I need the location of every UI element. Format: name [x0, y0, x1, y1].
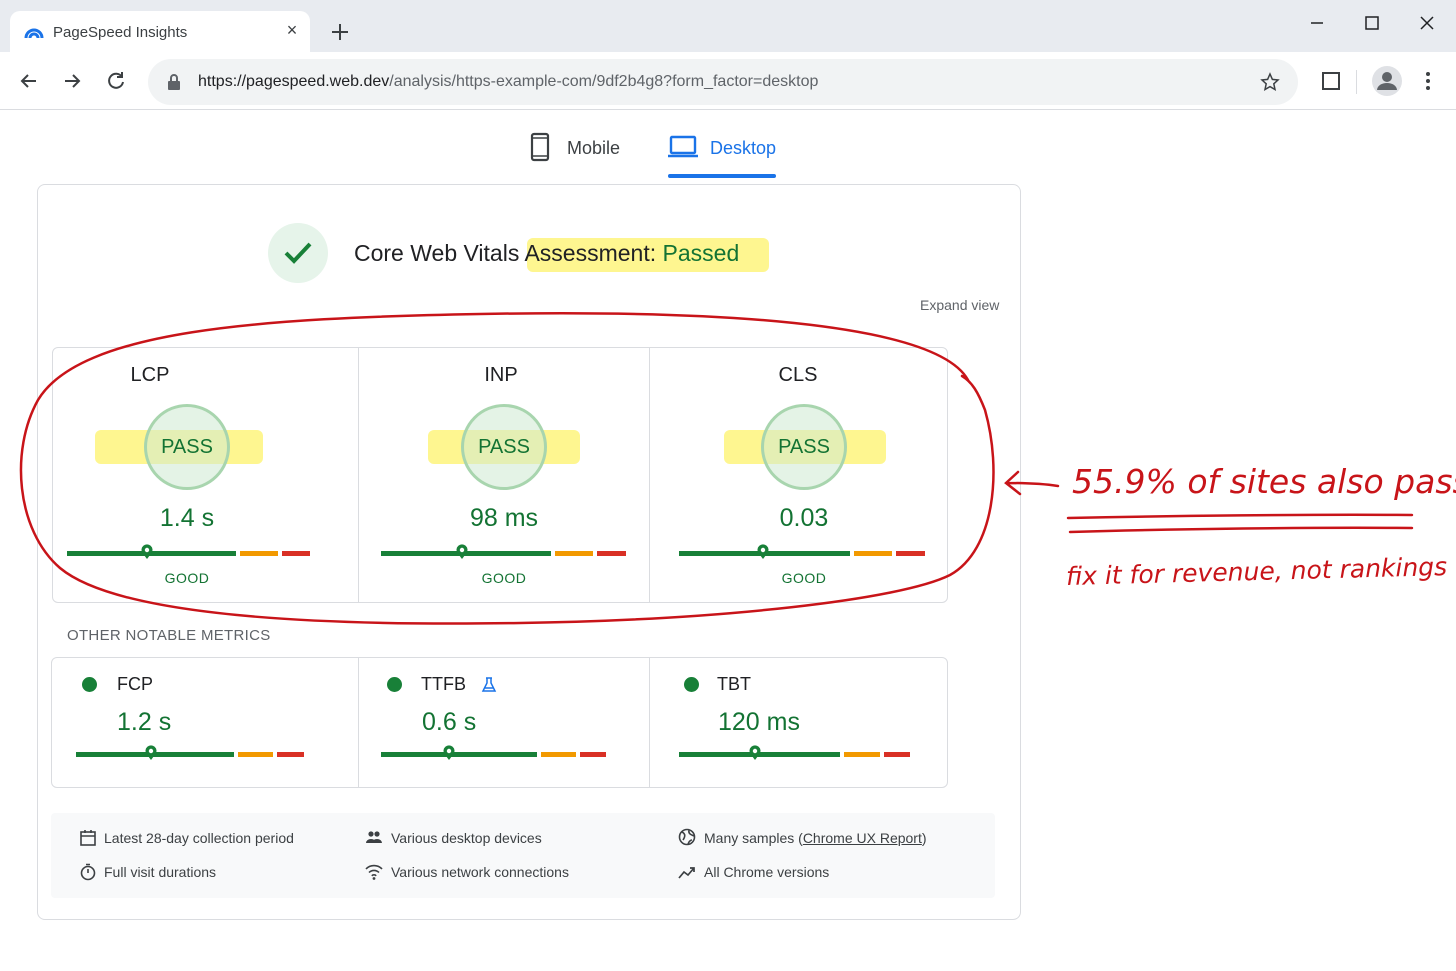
browser-tab-strip: PageSpeed Insights ×	[0, 0, 1456, 52]
menu-kebab-icon[interactable]	[1413, 66, 1443, 96]
other-metrics-panel	[51, 657, 948, 788]
browser-tab[interactable]: PageSpeed Insights ×	[10, 11, 310, 52]
toolbar-divider	[1356, 70, 1357, 94]
profile-avatar-icon[interactable]	[1371, 65, 1403, 97]
url-path: /analysis/https-example-com/9df2b4g8?for…	[389, 73, 819, 90]
wifi-icon	[365, 864, 383, 880]
metric-value: 1.2 s	[117, 708, 172, 736]
column-divider	[358, 657, 359, 788]
status-dot	[387, 677, 402, 692]
hand-drawn-oval-annotation	[19, 311, 995, 625]
new-tab-icon[interactable]	[328, 20, 352, 44]
collection-period-text: Latest 28-day collection period	[104, 830, 294, 846]
phone-icon	[530, 132, 550, 162]
assessment-label: Assessment:	[524, 240, 657, 266]
data-info-panel	[51, 813, 995, 898]
users-icon	[366, 831, 382, 843]
needs-improvement-segment	[238, 752, 273, 757]
globe-icon	[678, 828, 696, 846]
url-text[interactable]: https://pagespeed.web.dev/analysis/https…	[198, 73, 818, 91]
chrome-ux-report-link[interactable]: Chrome UX Report	[803, 830, 922, 846]
tab-desktop-indicator	[668, 174, 776, 178]
pagespeed-favicon-icon	[24, 28, 44, 39]
samples-suffix: )	[921, 830, 927, 846]
other-metrics-heading: OTHER NOTABLE METRICS	[67, 627, 271, 644]
good-segment	[381, 752, 537, 757]
assessment-title: Core Web Vitals Assessment: Passed	[354, 240, 739, 267]
tab-mobile-label: Mobile	[567, 138, 621, 158]
trend-icon	[678, 867, 695, 879]
hand-drawn-arrow-icon	[1004, 470, 1060, 496]
poor-segment	[277, 752, 304, 757]
bookmark-star-icon[interactable]	[1260, 72, 1280, 92]
laptop-icon	[668, 135, 698, 158]
poor-segment	[580, 752, 606, 757]
devices-text: Various desktop devices	[391, 830, 542, 846]
timer-icon	[80, 863, 96, 881]
reload-icon[interactable]	[101, 66, 131, 96]
calendar-icon	[80, 830, 96, 846]
minimize-icon[interactable]	[1304, 10, 1330, 36]
assessment-status-badge	[268, 223, 328, 283]
flask-icon[interactable]	[481, 677, 497, 693]
tab-desktop-label: Desktop	[710, 138, 777, 158]
maximize-icon[interactable]	[1359, 10, 1385, 36]
samples-prefix: Many samples (	[704, 830, 803, 846]
assessment-prefix: Core Web Vitals	[354, 240, 520, 266]
status-dot	[82, 677, 97, 692]
samples-text: Many samples (Chrome UX Report)	[704, 830, 927, 846]
distribution-marker-icon	[749, 745, 761, 760]
annotation-line-1: 55.9% of sites also pass	[1072, 462, 1456, 501]
network-text: Various network connections	[391, 864, 569, 880]
metric-value: 0.6 s	[422, 708, 477, 736]
assessment-status: Passed	[662, 240, 740, 266]
annotation-underline	[1066, 513, 1414, 534]
tab-mobile[interactable]: Mobile	[525, 132, 635, 178]
lock-icon[interactable]	[166, 73, 182, 91]
poor-segment	[884, 752, 910, 757]
distribution-marker-icon	[443, 745, 455, 760]
column-divider	[649, 657, 650, 788]
tab-close-icon[interactable]: ×	[282, 20, 302, 40]
metric-name: TTFB	[421, 674, 466, 694]
needs-improvement-segment	[844, 752, 880, 757]
visit-durations-text: Full visit durations	[104, 864, 217, 880]
tab-desktop[interactable]: Desktop	[668, 132, 778, 178]
metric-name: TBT	[717, 674, 751, 694]
forward-arrow-icon[interactable]	[57, 66, 87, 96]
distribution-marker-icon	[145, 745, 157, 760]
needs-improvement-segment	[541, 752, 576, 757]
side-panel-icon[interactable]	[1316, 66, 1346, 96]
metric-value: 120 ms	[718, 708, 800, 736]
browser-toolbar: https://pagespeed.web.dev/analysis/https…	[0, 52, 1456, 110]
url-host: https://pagespeed.web.dev	[198, 73, 390, 90]
chrome-versions-text: All Chrome versions	[704, 864, 830, 880]
metric-name: FCP	[117, 674, 153, 694]
annotation-line-2: fix it for revenue, not rankings	[1065, 552, 1448, 591]
status-dot	[684, 677, 699, 692]
checkmark-icon	[284, 242, 312, 264]
tab-title: PageSpeed Insights	[53, 24, 188, 41]
address-bar[interactable]: https://pagespeed.web.dev/analysis/https…	[148, 59, 1298, 105]
back-arrow-icon[interactable]	[14, 66, 44, 96]
close-window-icon[interactable]	[1414, 10, 1440, 36]
